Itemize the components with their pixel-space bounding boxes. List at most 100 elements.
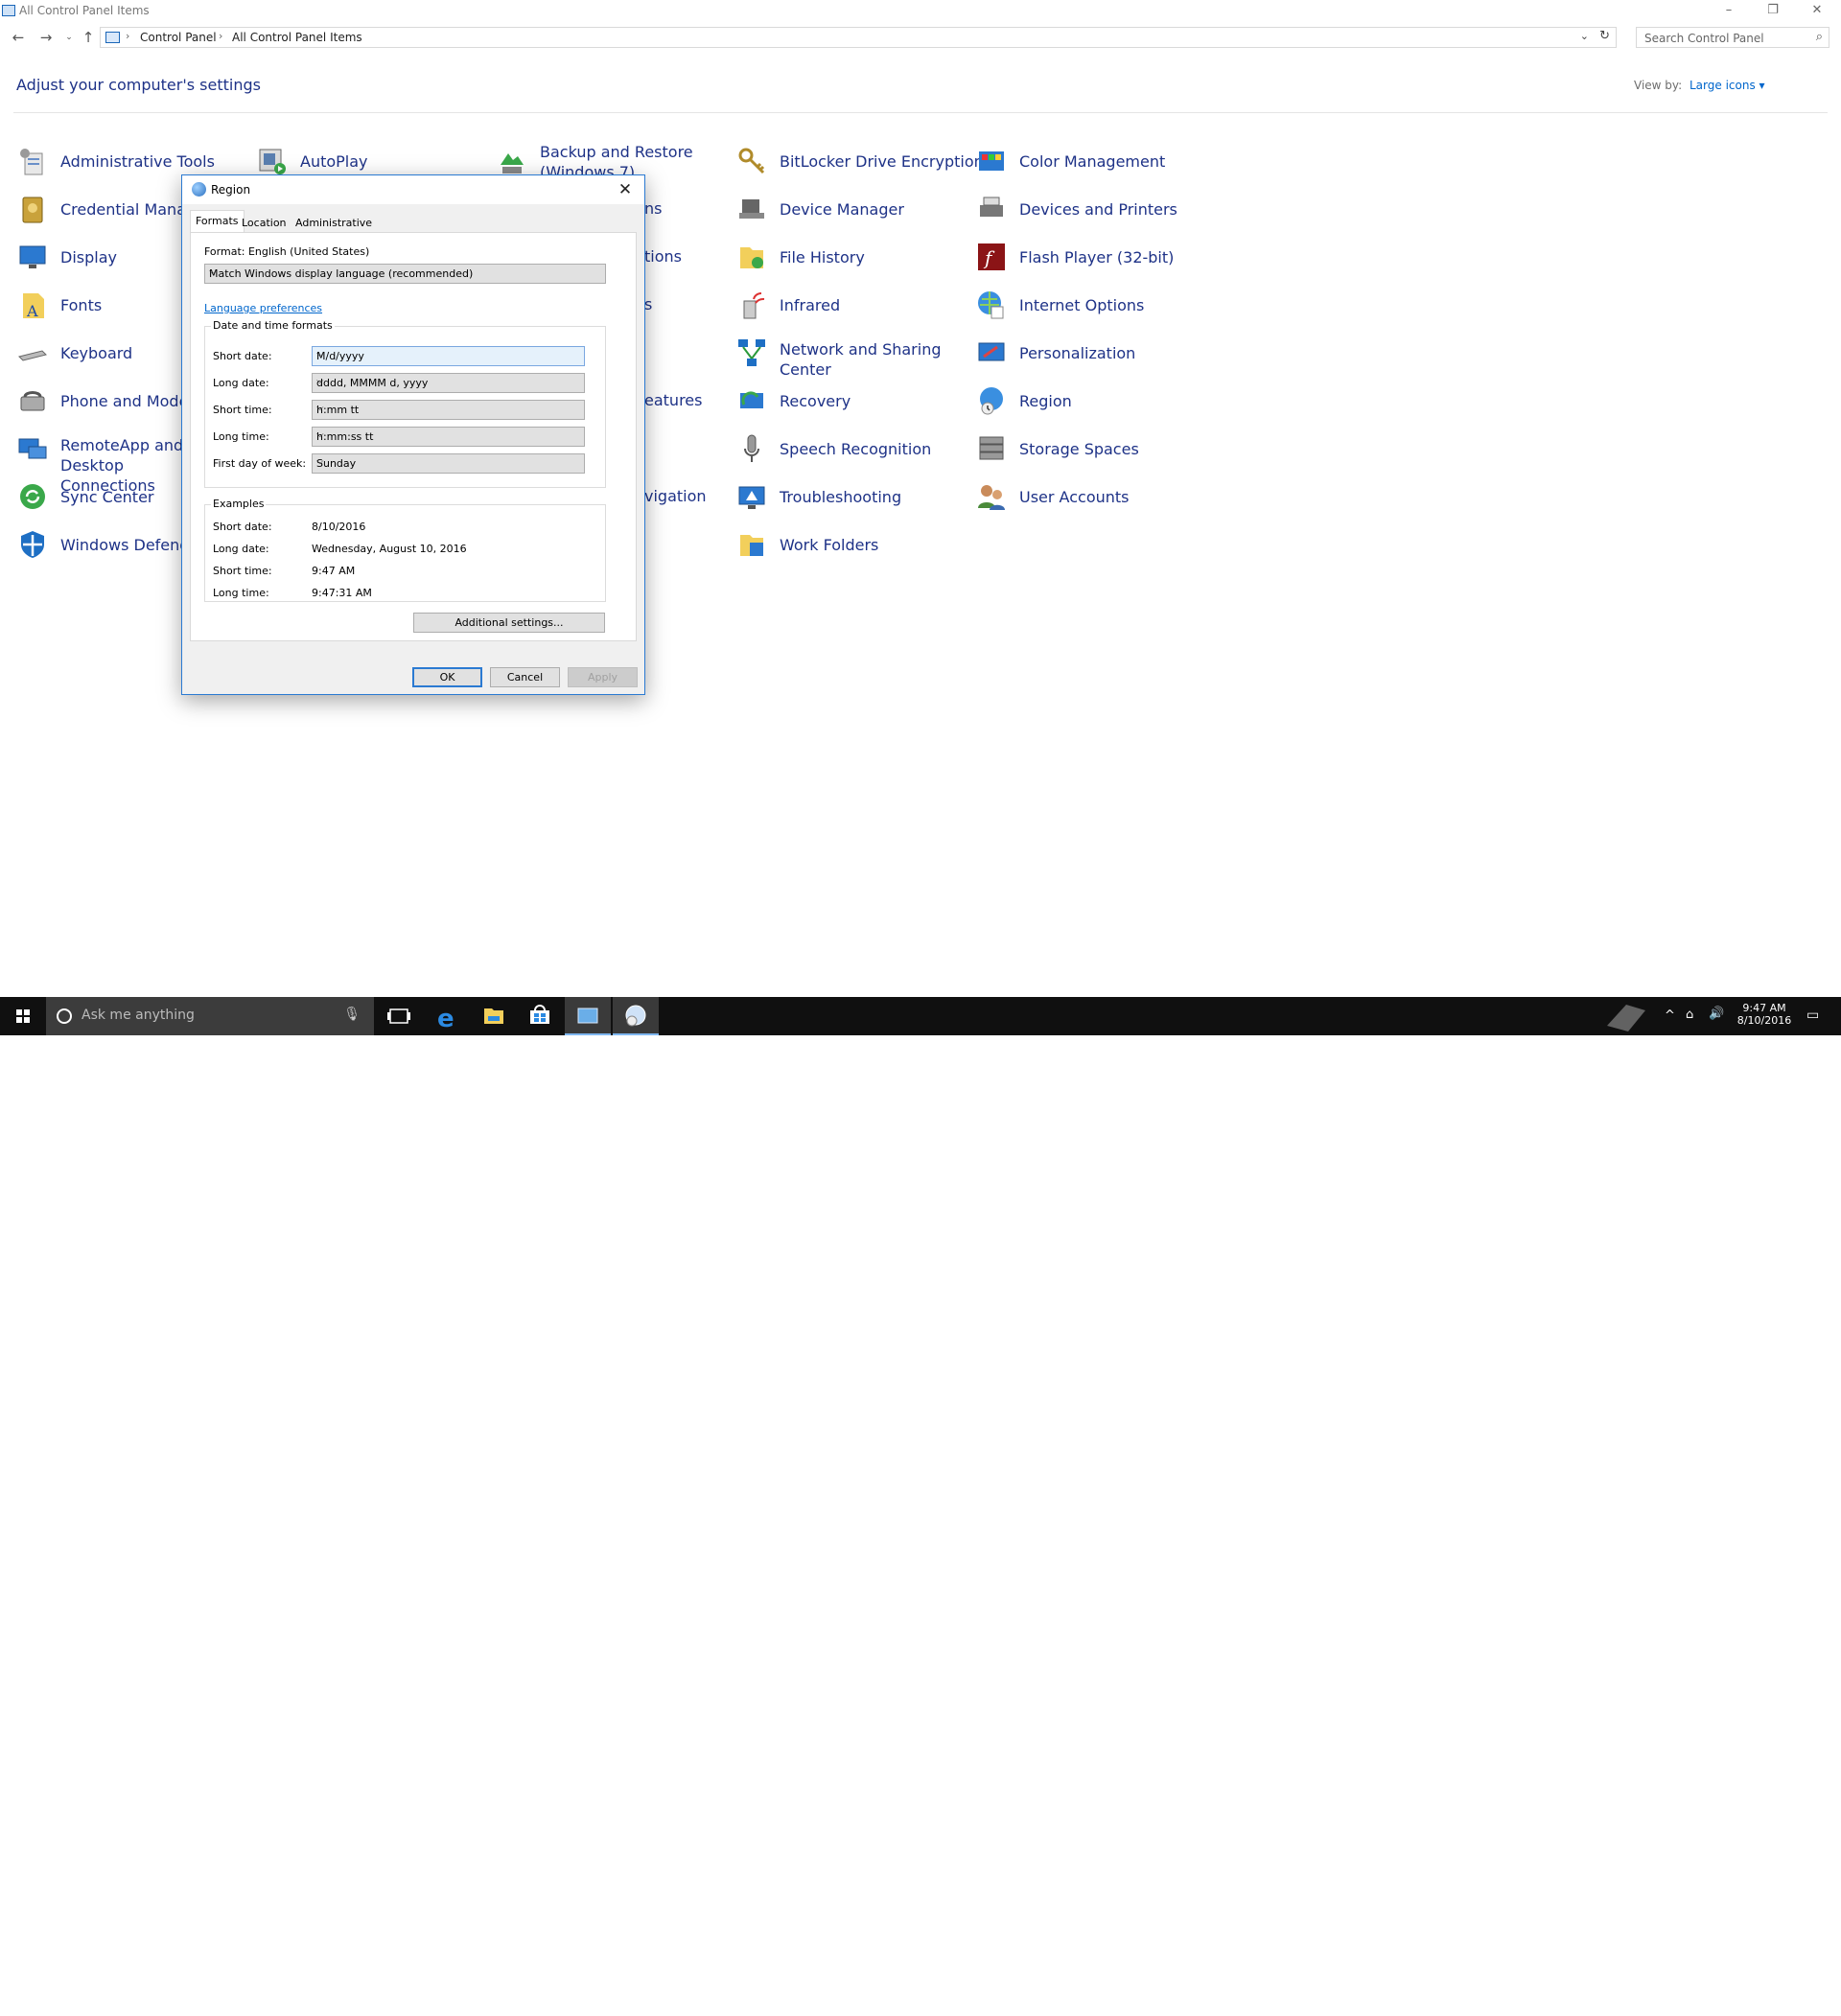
breadcrumb-separator-icon: › xyxy=(126,30,130,42)
show-hidden-icons-icon[interactable]: ^ xyxy=(1665,1008,1675,1047)
format-dropdown[interactable]: Match Windows display language (recommen… xyxy=(204,264,606,284)
refresh-icon[interactable]: ↻ xyxy=(1599,29,1610,43)
task-view-icon[interactable] xyxy=(376,997,422,1035)
control-panel-icon xyxy=(2,5,15,16)
item-internet-options[interactable]: Internet Options xyxy=(976,290,1206,328)
view-by-dropdown[interactable]: Large icons ▾ xyxy=(1690,79,1765,92)
file-explorer-icon[interactable] xyxy=(471,997,517,1035)
cancel-button[interactable]: Cancel xyxy=(490,667,560,687)
chevron-down-icon: ⌵ xyxy=(316,376,324,386)
partial-item-label[interactable]: s xyxy=(644,295,652,313)
flash-player-icon: f xyxy=(978,243,1005,270)
minimize-button[interactable]: – xyxy=(1707,0,1751,21)
item-storage-spaces[interactable]: Storage Spaces xyxy=(976,433,1206,472)
network-icon[interactable]: ⌂ xyxy=(1686,1008,1693,1046)
tab-location[interactable]: Location xyxy=(236,212,292,232)
navigation-bar: ← → ⌄ ↑ › Control Panel › All Control Pa… xyxy=(0,25,1841,50)
item-recovery[interactable]: Recovery xyxy=(736,385,967,424)
short-time-dropdown[interactable]: h:mm tt ⌵ xyxy=(312,400,585,420)
forward-arrow-icon[interactable]: → xyxy=(37,29,55,46)
example-value: 9:47 AM xyxy=(312,565,356,577)
long-time-dropdown[interactable]: h:mm:ss tt ⌵ xyxy=(312,427,585,447)
windows-logo-icon xyxy=(16,1009,30,1023)
partial-item-label[interactable]: ns xyxy=(644,199,662,218)
chevron-down-icon: ⌵ xyxy=(316,403,324,413)
apply-button[interactable]: Apply xyxy=(568,667,638,687)
short-date-dropdown[interactable]: M/d/yyyy ⌵ xyxy=(312,346,585,366)
long-date-dropdown[interactable]: dddd, MMMM d, yyyy ⌵ xyxy=(312,373,585,393)
view-by-label: View by: xyxy=(1634,79,1683,92)
partial-item-label[interactable]: vigation xyxy=(644,487,707,505)
item-bitlocker[interactable]: BitLocker Drive Encryption xyxy=(736,146,984,184)
item-label: Phone and Modem xyxy=(60,392,195,410)
address-dropdown-icon[interactable]: ⌄ xyxy=(1580,30,1589,42)
item-troubleshooting[interactable]: Troubleshooting xyxy=(736,481,967,520)
long-date-label: Long date: xyxy=(213,377,269,389)
store-icon[interactable] xyxy=(517,997,563,1035)
cortana-search-box[interactable]: Ask me anything 🎙 xyxy=(46,997,374,1035)
item-region[interactable]: Region xyxy=(976,385,1206,424)
credential-manager-icon xyxy=(22,197,43,223)
action-center-icon[interactable]: ▭ xyxy=(1806,1008,1819,1046)
edge-browser-icon[interactable]: e xyxy=(425,997,471,1035)
additional-settings-button[interactable]: Additional settings... xyxy=(413,613,605,633)
item-network-sharing[interactable]: Network and Sharing Center xyxy=(736,334,967,379)
breadcrumb-all-items[interactable]: All Control Panel Items xyxy=(232,31,362,44)
item-user-accounts[interactable]: User Accounts xyxy=(976,481,1206,520)
personalization-icon xyxy=(978,342,1005,361)
ok-button[interactable]: OK xyxy=(412,667,482,687)
svg-text:e: e xyxy=(437,1005,454,1033)
item-device-manager[interactable]: Device Manager xyxy=(736,194,967,232)
troubleshooting-icon xyxy=(738,486,765,509)
search-box[interactable]: ⌕ xyxy=(1636,27,1829,48)
search-input[interactable] xyxy=(1643,30,1806,47)
microphone-icon[interactable]: 🎙 xyxy=(343,1007,361,1022)
item-label: Windows Defender xyxy=(60,536,195,554)
example-label: Short date: xyxy=(213,521,272,533)
printer-icon xyxy=(980,197,1003,217)
dialog-close-button[interactable]: ✕ xyxy=(612,178,639,201)
long-time-label: Long time: xyxy=(213,430,269,443)
page-title: Adjust your computer's settings xyxy=(16,76,261,94)
recent-locations-chevron-icon[interactable]: ⌄ xyxy=(60,29,78,46)
item-infrared[interactable]: Infrared xyxy=(736,290,967,328)
restore-button[interactable]: ❐ xyxy=(1751,0,1795,21)
item-work-folders[interactable]: Work Folders xyxy=(736,529,967,568)
item-personalization[interactable]: Personalization xyxy=(976,337,1206,376)
item-color-management[interactable]: Color Management xyxy=(976,146,1206,184)
item-label: Region xyxy=(1019,392,1072,410)
back-arrow-icon[interactable]: ← xyxy=(10,29,27,46)
item-file-history[interactable]: File History xyxy=(736,242,967,280)
volume-icon[interactable]: 🔊 xyxy=(1709,1007,1724,1045)
region-globe-icon xyxy=(192,182,206,197)
clock-time: 9:47 AM xyxy=(1742,1002,1786,1014)
svg-text:A: A xyxy=(26,302,38,320)
network-sharing-icon xyxy=(738,339,765,366)
example-label: Long time: xyxy=(213,587,269,599)
first-day-dropdown[interactable]: Sunday ⌵ xyxy=(312,453,585,474)
tab-administrative[interactable]: Administrative xyxy=(290,212,378,232)
partial-item-label[interactable]: tions xyxy=(644,247,682,266)
item-label: User Accounts xyxy=(1019,488,1130,506)
format-label: Format: English (United States) xyxy=(204,245,370,258)
item-label: Personalization xyxy=(1019,344,1136,362)
search-icon[interactable]: ⌕ xyxy=(1816,30,1823,44)
control-panel-taskbar-icon[interactable] xyxy=(565,997,611,1035)
partial-item-label[interactable]: eatures xyxy=(644,391,702,409)
cortana-icon xyxy=(57,1008,72,1024)
item-flash-player[interactable]: f Flash Player (32-bit) xyxy=(976,242,1206,280)
window-title: All Control Panel Items xyxy=(19,4,150,17)
item-devices-printers[interactable]: Devices and Printers xyxy=(976,194,1206,232)
title-bar: All Control Panel Items – ❐ ✕ xyxy=(0,0,1841,21)
language-preferences-link[interactable]: Language preferences xyxy=(204,302,322,314)
autoplay-icon xyxy=(259,149,286,174)
close-button[interactable]: ✕ xyxy=(1795,0,1839,21)
region-taskbar-icon[interactable] xyxy=(613,997,659,1035)
breadcrumb-control-panel[interactable]: Control Panel xyxy=(140,31,217,44)
start-button[interactable] xyxy=(0,997,46,1035)
item-speech-recognition[interactable]: Speech Recognition xyxy=(736,433,967,472)
clock[interactable]: 9:47 AM 8/10/2016 xyxy=(1734,997,1795,1035)
address-bar[interactable]: › Control Panel › All Control Panel Item… xyxy=(100,27,1617,48)
up-arrow-icon[interactable]: ↑ xyxy=(80,29,97,46)
item-label: File History xyxy=(780,248,865,266)
